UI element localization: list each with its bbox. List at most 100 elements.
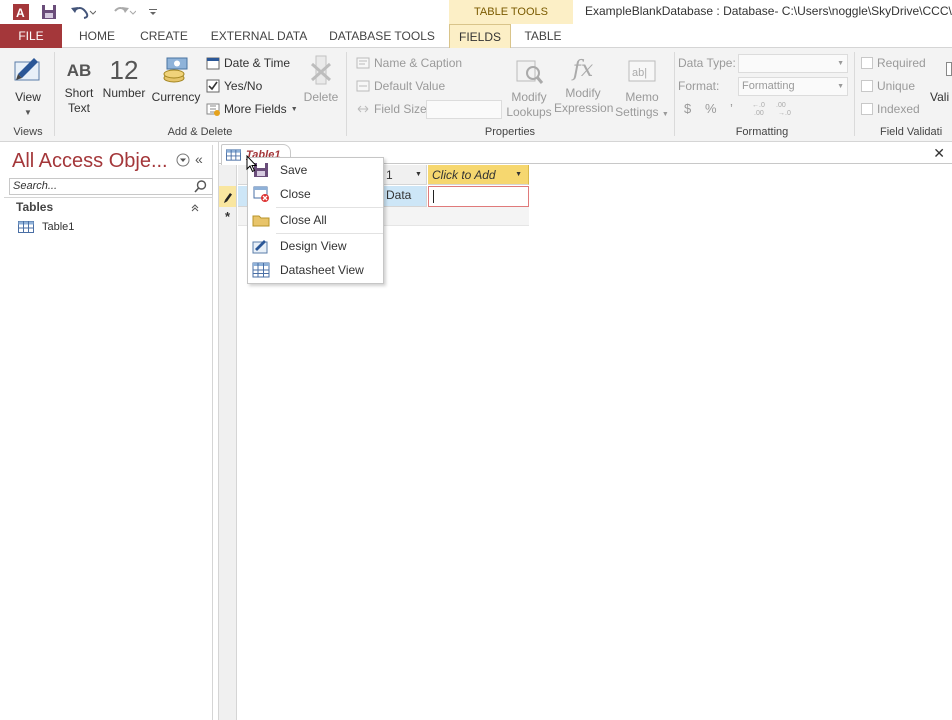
increase-decimals-button[interactable]: ←.0.00 [752, 100, 770, 116]
modify-lookups-button[interactable]: Modify Lookups [506, 56, 552, 120]
nav-pane-title[interactable]: All Access Obje... [12, 150, 168, 173]
data-type-select[interactable]: ▼ [738, 54, 848, 73]
customize-quick-access-icon[interactable] [146, 2, 160, 22]
row-selector-editing[interactable] [219, 186, 237, 207]
title-bar: A TABLE TOOLS ExampleBlankDatabase : Dat… [0, 0, 952, 24]
row-selector-new[interactable]: * [219, 207, 237, 226]
row-selector-column [219, 226, 237, 720]
chevron-down-icon: ▼ [837, 83, 844, 90]
yes-no-button[interactable]: Yes/No [206, 79, 262, 93]
tab-external-data[interactable]: EXTERNAL DATA [204, 24, 314, 48]
redo-icon[interactable] [108, 2, 138, 22]
tab-home[interactable]: HOME [70, 24, 124, 48]
view-button[interactable]: View ▼ [6, 54, 50, 120]
chevron-down-icon[interactable]: ▼ [415, 165, 422, 185]
currency-icon [163, 57, 188, 83]
short-text-button[interactable]: AB Short Text [60, 58, 98, 116]
views-group-label: Views [13, 126, 43, 138]
tab-database-tools[interactable]: DATABASE TOOLS [322, 24, 442, 48]
group-divider [54, 52, 55, 136]
cell-click-to-add-row1[interactable] [428, 186, 529, 207]
decrease-decimals-button[interactable]: .00 →.0 [776, 100, 794, 116]
nav-menu-dropdown-icon[interactable] [176, 153, 190, 170]
svg-text:→.0: →.0 [778, 110, 791, 116]
menu-item-close[interactable]: Close [248, 182, 383, 206]
yes-no-label: Yes/No [224, 79, 263, 93]
data-type-label: Data Type: [678, 56, 736, 70]
currency-format-button[interactable]: $ [684, 101, 691, 116]
default-value-button[interactable]: Default Value [356, 79, 445, 93]
collapse-group-icon[interactable] [190, 202, 200, 216]
function-icon: fx [572, 57, 594, 82]
menu-item-datasheet-view[interactable]: Datasheet View [248, 258, 383, 282]
tab-file[interactable]: FILE [0, 24, 62, 48]
chevron-down-icon[interactable]: ▼ [515, 165, 522, 185]
menu-item-close-all[interactable]: Close All [248, 208, 383, 232]
menu-item-save[interactable]: Save [248, 158, 383, 182]
name-caption-button[interactable]: Name & Caption [356, 56, 462, 70]
decrease-decimals-icon: .00→.0 [776, 102, 791, 116]
nav-search-input[interactable]: Search... [9, 178, 213, 195]
percent-format-button[interactable]: % [705, 101, 717, 116]
table-icon [18, 221, 34, 233]
indexed-checkbox[interactable]: Indexed [861, 102, 920, 116]
number-button[interactable]: 12 Number [100, 54, 148, 101]
date-time-button[interactable]: Date & Time [206, 56, 290, 70]
nav-item-table1[interactable]: Table1 [18, 221, 74, 233]
field-size-label: Field Size [374, 102, 427, 116]
chevron-down-icon: ▼ [24, 108, 32, 117]
modify-expression-label-2: Expression [554, 101, 614, 115]
save-icon[interactable] [38, 2, 60, 22]
datasheet-view-icon [252, 262, 270, 278]
validation-icon [946, 62, 952, 76]
mouse-pointer-icon [246, 154, 258, 176]
tab-create[interactable]: CREATE [132, 24, 196, 48]
unique-checkbox[interactable]: Unique [861, 79, 915, 93]
navigation-pane: All Access Obje... « Search... Tables Ta… [4, 145, 213, 720]
number-icon: 12 [109, 55, 139, 85]
text-cursor [433, 190, 434, 203]
folder-icon [252, 215, 270, 227]
currency-button[interactable]: Currency [150, 54, 202, 105]
select-all-corner[interactable] [219, 165, 237, 186]
format-select[interactable]: Formatting ▼ [738, 77, 848, 96]
menu-item-label: Close [280, 187, 311, 201]
field-size-input[interactable] [426, 100, 502, 119]
menu-item-label: Design View [280, 239, 347, 253]
field-validation-group-label: Field Validati [880, 126, 943, 138]
table-tools-context-label: TABLE TOOLS [449, 0, 573, 24]
nav-item-label: Table1 [42, 221, 75, 233]
modify-expression-button[interactable]: fx Modify Expression [554, 56, 614, 116]
collapse-pane-icon[interactable]: « [195, 151, 203, 167]
properties-group-label: Properties [484, 126, 536, 138]
memo-settings-label-2: Settings [615, 105, 659, 119]
tab-table[interactable]: TABLE [514, 24, 572, 48]
calendar-icon [206, 57, 220, 70]
tab-fields[interactable]: FIELDS [449, 24, 511, 49]
indexed-label: Indexed [877, 102, 920, 116]
required-checkbox[interactable]: Required [861, 56, 926, 70]
checkbox-icon [861, 57, 873, 69]
column-header-click-to-add[interactable]: Click to Add ▼ [428, 165, 529, 185]
nav-category-tables[interactable]: Tables [16, 200, 53, 214]
format-label: Format: [678, 79, 720, 93]
default-value-icon [356, 80, 370, 92]
close-document-icon[interactable]: ✕ [933, 145, 945, 162]
checkbox-icon [861, 103, 873, 115]
number-label: Number [102, 86, 146, 100]
menu-item-design-view[interactable]: Design View [248, 234, 383, 258]
tab-context-menu: Save Close Close All Design View Datashe… [247, 157, 384, 284]
group-divider [346, 52, 347, 136]
search-icon[interactable] [194, 180, 207, 196]
more-fields-button[interactable]: More Fields ▼ [206, 102, 298, 116]
memo-settings-button[interactable]: ab| Memo Settings ▼ [614, 56, 670, 122]
chevron-down-icon: ▼ [837, 60, 844, 67]
default-value-label: Default Value [374, 79, 446, 93]
ribbon: View ▼ Views AB Short Text 12 Number Cur… [0, 48, 952, 142]
window-title: ExampleBlankDatabase : Database- C:\User… [585, 4, 952, 18]
undo-icon[interactable] [68, 2, 98, 22]
comma-format-button[interactable]: ’ [730, 101, 733, 116]
delete-button[interactable]: Delete [300, 54, 342, 105]
table-icon [226, 149, 241, 161]
validation-button[interactable]: Vali [930, 90, 952, 105]
